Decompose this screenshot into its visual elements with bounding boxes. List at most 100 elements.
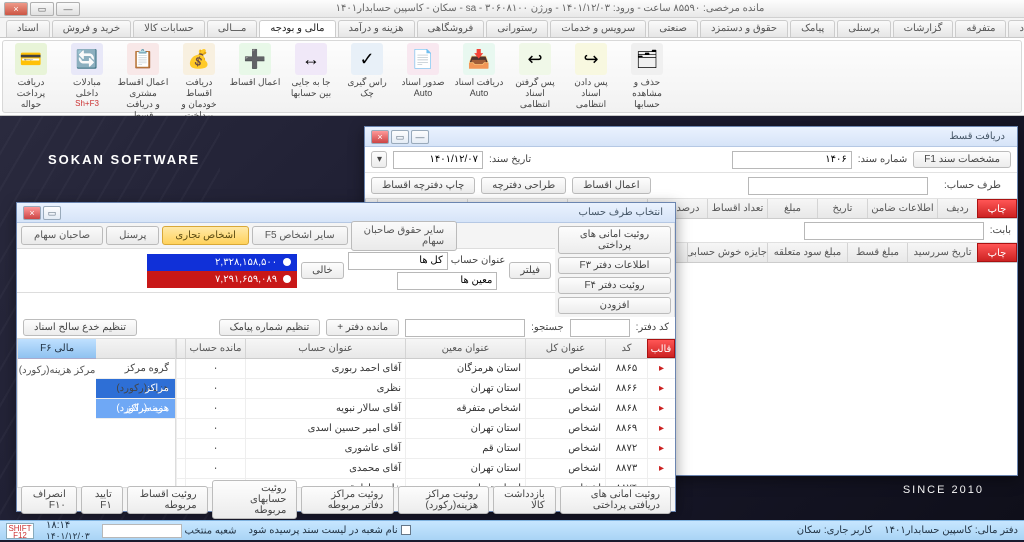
gridB-col[interactable]: عنوان معین [405, 339, 525, 358]
side-action-button[interactable]: اطلاعات دفتر F۳ [558, 257, 671, 274]
footer-button[interactable]: انصراف F۱۰ [21, 486, 77, 514]
balance-toggle-button[interactable]: مانده دفتر + [326, 319, 399, 336]
account-select-window: × ▭ انتخاب طرف حساب روئیت امانی های پردا… [16, 202, 676, 512]
main-tab[interactable]: رستورانی [486, 20, 548, 37]
footer-button[interactable]: روئیت مراکز هزینه(رکورد) [398, 486, 489, 514]
window-min-button[interactable]: — [56, 2, 80, 16]
footer-button[interactable]: روئیت حسابهای مربوطه [212, 480, 298, 519]
main-tab[interactable]: گزارشات [893, 20, 954, 37]
search-label: جستجو: [531, 322, 564, 333]
gridA1-col[interactable]: مبلغ [767, 199, 817, 218]
acct-tab[interactable]: پرسنل [106, 226, 159, 245]
main-tab[interactable]: حقوق و دستمزد [700, 20, 788, 37]
gridA2-col[interactable]: مبلغ قسط [847, 243, 907, 262]
main-tab[interactable]: متفرقه [955, 20, 1006, 37]
gridA2-col[interactable]: تاریخ سررسید [907, 243, 977, 262]
balance-red: ۷,۲۹۱,۶۵۹,۰۸۹ [215, 274, 277, 285]
winA-max-button[interactable]: ▭ [391, 130, 409, 144]
search-input[interactable] [405, 319, 525, 337]
since-text: SINCE 2010 [903, 484, 984, 496]
window-max-button[interactable]: ▭ [30, 2, 54, 16]
main-tab[interactable]: سرویس و خدمات [550, 20, 646, 37]
account-row[interactable]: ▸۸۸۷۲اشخاصاستان قمآقای عاشوری۰ [176, 439, 675, 459]
gridB-col[interactable]: مانده حساب [185, 339, 245, 358]
gridA1-col[interactable]: تعداد اقساط [707, 199, 767, 218]
gridB-col[interactable]: عنوان حساب [245, 339, 405, 358]
account-row[interactable]: ▸۸۸۶۵اشخاصاستان هرمزگانآقای احمد ربوری۰ [176, 359, 675, 379]
main-tab[interactable]: فروشگاهی [417, 20, 485, 37]
code-input[interactable] [570, 319, 630, 337]
main-tab[interactable]: صنعتی [648, 20, 698, 37]
gridA2-col[interactable]: جایزه خوش حسابی [687, 243, 767, 262]
footer-button[interactable]: روئیت امانی های دریافتی پرداختی [560, 486, 671, 514]
account-row[interactable]: ▸۸۸۶۹اشخاصاستان تهرانآقای امیر حسین اسدی… [176, 419, 675, 439]
ribbon: 💳دریافت پرداختحواله🔄مبادلات داخلیSh+F3📋ا… [0, 38, 1024, 116]
main-tab[interactable]: مـــالی [207, 20, 258, 37]
doc-date-input[interactable] [393, 151, 483, 169]
acct-tab[interactable]: اشخاص تجاری [162, 226, 248, 245]
acct-title-input[interactable] [348, 252, 448, 270]
filter-button[interactable]: فیلتر [509, 262, 551, 279]
column-settings-button[interactable]: تنظیم خدع سالح اسناد [23, 319, 137, 336]
gridA1-col[interactable]: ردیف [937, 199, 977, 218]
winB-max-button[interactable]: ▭ [43, 206, 61, 220]
acct-moin-input[interactable] [397, 272, 497, 290]
doc-no-input[interactable] [732, 151, 852, 169]
footer-button[interactable]: تایید F۱ [81, 486, 123, 514]
side-action-button[interactable]: افزودن [558, 297, 671, 314]
gridA1-col[interactable]: چاپ [977, 199, 1017, 218]
winB-close-button[interactable]: × [23, 206, 41, 220]
account-row[interactable]: ▸۸۸۶۶اشخاصاستان تهراننظری۰ [176, 379, 675, 399]
cost-center-item[interactable]: گروه مرکز هزینه(رکورد) [96, 359, 175, 379]
side-action-button[interactable]: روئیت امانی های پرداختی [558, 226, 671, 254]
main-tab[interactable]: پیامک [790, 20, 835, 37]
cost-center-head [96, 339, 175, 359]
winB-title: انتخاب طرف حساب [61, 207, 669, 218]
babat-input[interactable] [804, 222, 984, 240]
window-close-button[interactable]: × [4, 2, 28, 16]
footer-button[interactable]: روئیت اقساط مربوطه [127, 486, 208, 514]
apply-installment-button[interactable]: اعمال اقساط [572, 177, 650, 194]
main-tab[interactable]: مالی و بودجه [259, 20, 335, 37]
party-input[interactable] [748, 177, 928, 195]
sms-number-button[interactable]: تنظیم شماره پیامک [219, 319, 321, 336]
main-tab[interactable]: هزینه و درآمد [338, 20, 415, 37]
branch-input[interactable] [102, 524, 182, 538]
shift-f12-badge[interactable]: SHIFTF12 [6, 523, 34, 539]
gridA1-col[interactable]: اطلاعات ضامن [867, 199, 937, 218]
status-time: ۱۸:۱۴ [46, 520, 90, 531]
main-tab[interactable]: پرسنلی [837, 20, 890, 37]
acct-tab[interactable]: سایر اشخاص F5 [252, 226, 348, 245]
gridA2-col[interactable]: چاپ [977, 243, 1017, 262]
acct-tab[interactable]: سایر حقوق صاحبانسهام [351, 221, 458, 251]
print-booklet-button[interactable]: چاپ دفترچه اقساط [371, 177, 475, 194]
footer-button[interactable]: بازدداشت کالا [493, 486, 556, 514]
acct-tab[interactable]: صاحبان سهام [21, 226, 103, 245]
account-row[interactable]: ▸۸۸۷۳اشخاصاستان تهرانآقای محمدی۰ [176, 459, 675, 479]
grid-action-col[interactable]: قالب [647, 339, 675, 358]
doc-spec-button[interactable]: مشخصات سند F1 [913, 151, 1011, 168]
main-tab[interactable]: حسابات کالا [133, 20, 205, 37]
side-action-button[interactable]: روئیت دفتر F۴ [558, 277, 671, 294]
empty-button[interactable]: خالی [301, 262, 344, 279]
main-tab[interactable]: کنترل اسناد [1008, 20, 1024, 37]
window-title: سکان - کاسپین حسابدار۱۴۰۱ - sa - مانده م… [80, 3, 1020, 14]
winA-close-button[interactable]: × [371, 130, 389, 144]
main-titlebar: × ▭ — سکان - کاسپین حسابدار۱۴۰۱ - sa - م… [0, 0, 1024, 18]
gridA2-col[interactable]: مبلغ سود متعلقه [767, 243, 847, 262]
footer-button[interactable]: روئیت مراکز دفاتر مربوطه [301, 486, 394, 514]
doc-no-label: شماره سند: [858, 154, 907, 165]
gridA1-col[interactable]: تاریخ [817, 199, 867, 218]
gridB-col[interactable]: عنوان کل [525, 339, 605, 358]
design-booklet-button[interactable]: طراحی دفترچه [481, 177, 566, 194]
cost-center-item[interactable]: همه مراکز هزینه(رکورد) [96, 399, 175, 419]
date-picker-button[interactable]: ▾ [371, 151, 387, 168]
f6-head[interactable]: مالی F۶ [18, 339, 96, 359]
winA-min-button[interactable]: — [411, 130, 429, 144]
winA-title: دریافت قسط [429, 131, 1011, 142]
branch-ask-checkbox[interactable] [401, 525, 411, 535]
main-tab[interactable]: خرید و فروش [52, 20, 131, 37]
gridB-col[interactable]: کد [605, 339, 647, 358]
account-row[interactable]: ▸۸۸۶۸اشخاصاشخاص متفرقهآقای سالار نبویه۰ [176, 399, 675, 419]
main-tab[interactable]: اسناد [6, 20, 50, 37]
